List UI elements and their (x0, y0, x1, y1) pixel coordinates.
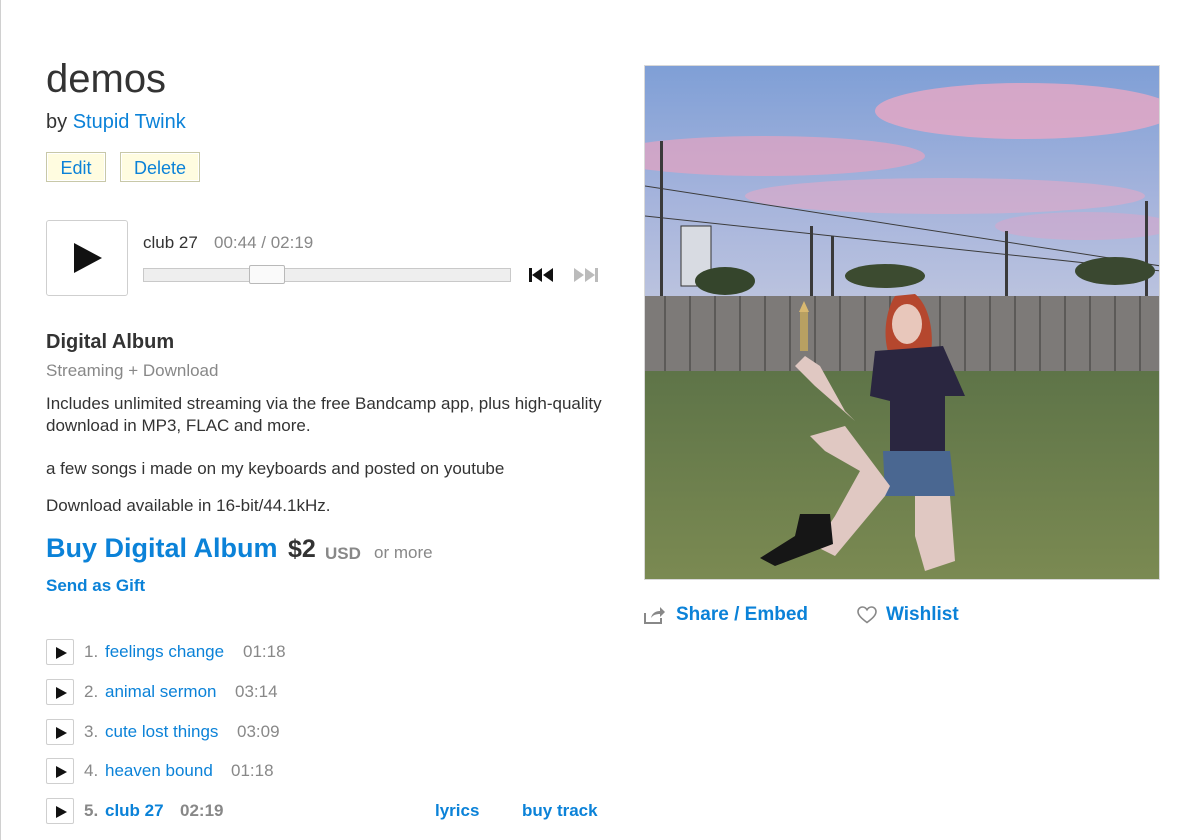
prev-track-icon[interactable] (528, 267, 556, 283)
track-duration: 02:19 (180, 801, 224, 820)
share-embed-label: Share / Embed (676, 604, 808, 625)
album-title: demos (46, 57, 167, 101)
track-play-button[interactable] (46, 639, 74, 665)
track-duration: 01:18 (243, 642, 286, 661)
track-title-link[interactable]: cute lost things (105, 722, 218, 742)
send-as-gift-link[interactable]: Send as Gift (46, 576, 145, 596)
artist-byline: by Stupid Twink (46, 111, 186, 134)
track-play-button[interactable] (46, 758, 74, 784)
track-row-current: 5. club 27 02:19 lyrics buy track (46, 798, 606, 824)
heart-icon (857, 606, 877, 624)
edit-button[interactable]: Edit (46, 152, 106, 182)
now-playing-title: club 27 (143, 233, 198, 252)
track-play-button[interactable] (46, 679, 74, 705)
track-number: 3. (84, 722, 99, 741)
price-or-more: or more (374, 543, 433, 562)
page-left-border (0, 0, 1, 840)
wishlist-label: Wishlist (886, 604, 959, 625)
byline-prefix: by (46, 111, 68, 133)
package-description: Includes unlimited streaming via the fre… (46, 394, 602, 435)
progress-bar[interactable] (143, 268, 511, 282)
track-play-button[interactable] (46, 798, 74, 824)
track-row: 1. feelings change 01:18 (46, 639, 606, 665)
album-art[interactable] (644, 65, 1160, 580)
progress-thumb[interactable] (249, 265, 286, 284)
play-icon (56, 647, 67, 659)
play-icon (56, 727, 67, 739)
track-number: 1. (84, 642, 99, 661)
play-icon (56, 806, 67, 818)
track-row: 2. animal sermon 03:14 (46, 679, 606, 705)
price-currency: USD (325, 544, 361, 563)
buy-album-button[interactable]: Buy Digital Album (46, 533, 278, 564)
play-icon (56, 687, 67, 699)
track-number: 2. (84, 682, 99, 701)
album-about: a few songs i made on my keyboards and p… (46, 459, 505, 478)
track-play-button[interactable] (46, 719, 74, 745)
next-track-icon[interactable] (572, 267, 600, 283)
download-note: Download available in 16-bit/44.1kHz. (46, 496, 331, 515)
track-duration: 03:09 (237, 722, 280, 741)
track-duration: 01:18 (231, 761, 274, 780)
package-title: Digital Album (46, 331, 175, 353)
lyrics-link[interactable]: lyrics (435, 801, 479, 821)
main-play-button[interactable] (46, 220, 128, 296)
delete-button[interactable]: Delete (120, 152, 200, 182)
track-duration: 03:14 (235, 682, 278, 701)
artist-link[interactable]: Stupid Twink (73, 111, 186, 133)
share-icon (644, 607, 665, 624)
package-subtitle: Streaming + Download (46, 361, 219, 380)
play-icon (74, 243, 102, 273)
album-price: $2 (288, 535, 316, 563)
track-row: 3. cute lost things 03:09 (46, 719, 606, 745)
track-title-link[interactable]: animal sermon (105, 682, 217, 702)
track-title-link[interactable]: heaven bound (105, 761, 213, 781)
album-art-image (645, 66, 1159, 579)
track-title-link[interactable]: feelings change (105, 642, 224, 662)
track-number: 4. (84, 761, 99, 780)
play-icon (56, 766, 67, 778)
track-row: 4. heaven bound 01:18 (46, 758, 606, 784)
now-playing-time: 00:44 / 02:19 (214, 233, 314, 252)
track-title-link[interactable]: club 27 (105, 801, 164, 821)
buy-track-link[interactable]: buy track (522, 801, 598, 821)
track-number: 5. (84, 801, 99, 820)
